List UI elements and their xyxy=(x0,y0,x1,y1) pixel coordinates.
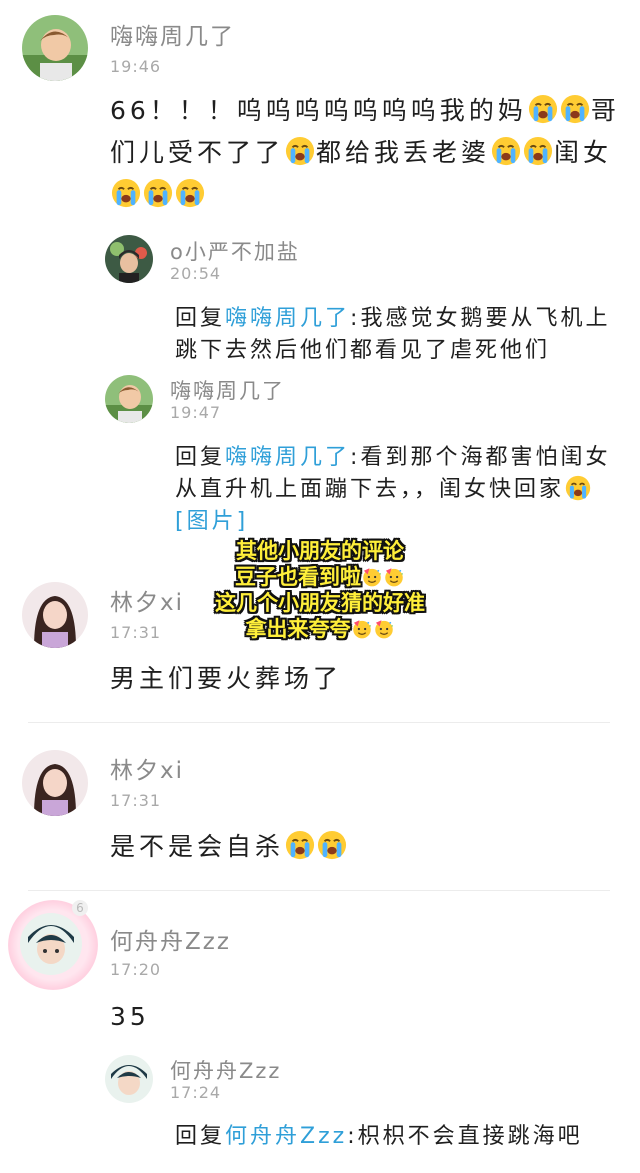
crying-face-icon xyxy=(111,178,141,208)
caption-line: 这几个小朋友猜的好准 xyxy=(215,591,425,615)
divider xyxy=(28,890,610,891)
crying-face-icon xyxy=(565,475,591,501)
party-face-icon xyxy=(374,619,394,639)
level-badge: 6 xyxy=(72,900,88,916)
username[interactable]: 林夕xi xyxy=(110,751,184,785)
crying-face-icon xyxy=(523,136,553,166)
crying-face-icon xyxy=(175,178,205,208)
crying-face-icon xyxy=(528,94,558,124)
reply-target-link[interactable]: 何舟舟Zzz xyxy=(225,1124,347,1149)
party-face-icon xyxy=(362,567,382,587)
reply-username[interactable]: 何舟舟Zzz xyxy=(170,1055,281,1085)
reply-timestamp: 19:47 xyxy=(170,403,222,422)
reply-avatar[interactable] xyxy=(105,375,153,423)
reply-text: 回复何舟舟Zzz:枳枳不会直接跳海吧 xyxy=(175,1124,583,1149)
user-avatar[interactable] xyxy=(22,582,88,648)
reply-text: 回复嗨嗨周几了:看到那个海都害怕闺女从直升机上面蹦下去，，闺女快回家 [图片] xyxy=(175,445,611,534)
user-avatar[interactable] xyxy=(22,15,88,81)
divider xyxy=(28,722,610,723)
crying-face-icon xyxy=(285,830,315,860)
reply-username[interactable]: o小严不加盐 xyxy=(170,236,300,266)
comment-text: 是不是会自杀 xyxy=(110,826,622,868)
reply-text: 回复嗨嗨周几了:我感觉女鹅要从飞机上跳下去然后他们都看见了虐死他们 xyxy=(175,306,611,363)
caption-line: 其他小朋友的评论 xyxy=(236,539,404,563)
timestamp: 17:20 xyxy=(110,960,162,979)
crying-face-icon xyxy=(317,830,347,860)
party-face-icon xyxy=(384,567,404,587)
crying-face-icon xyxy=(285,136,315,166)
image-attachment-link[interactable]: [图片] xyxy=(175,509,248,534)
timestamp: 17:31 xyxy=(110,791,162,810)
reply-username[interactable]: 嗨嗨周几了 xyxy=(170,375,285,405)
caption-line: 拿出来夸夸 xyxy=(0,616,640,642)
reply-timestamp: 20:54 xyxy=(170,264,222,283)
user-avatar[interactable] xyxy=(20,913,82,975)
overlay-caption: 其他小朋友的评论 豆子也看到啦 这几个小朋友猜的好准 拿出来夸夸 xyxy=(0,538,640,642)
reply-timestamp: 17:24 xyxy=(170,1083,222,1102)
crying-face-icon xyxy=(491,136,521,166)
timestamp: 19:46 xyxy=(110,57,162,76)
caption-line: 豆子也看到啦 xyxy=(0,564,640,590)
party-face-icon xyxy=(352,619,372,639)
reply-avatar[interactable] xyxy=(105,235,153,283)
crying-face-icon xyxy=(143,178,173,208)
username[interactable]: 嗨嗨周几了 xyxy=(110,17,235,51)
reply-avatar[interactable] xyxy=(105,1055,153,1103)
timestamp: 17:31 xyxy=(110,623,162,642)
username[interactable]: 何舟舟Zzz xyxy=(110,922,231,956)
comment-text: 男主们要火葬场了 xyxy=(110,664,343,693)
comment-text: 66！！！呜呜呜呜呜呜呜我的妈 哥们儿受不了了 都给我丢老婆 闺女 xyxy=(110,90,622,216)
user-avatar[interactable] xyxy=(22,750,88,816)
crying-face-icon xyxy=(560,94,590,124)
username[interactable]: 林夕xi xyxy=(110,583,184,617)
reply-target-link[interactable]: 嗨嗨周几了 xyxy=(225,445,350,470)
comment-text: 35 xyxy=(110,1002,150,1031)
reply-target-link[interactable]: 嗨嗨周几了 xyxy=(225,306,350,331)
